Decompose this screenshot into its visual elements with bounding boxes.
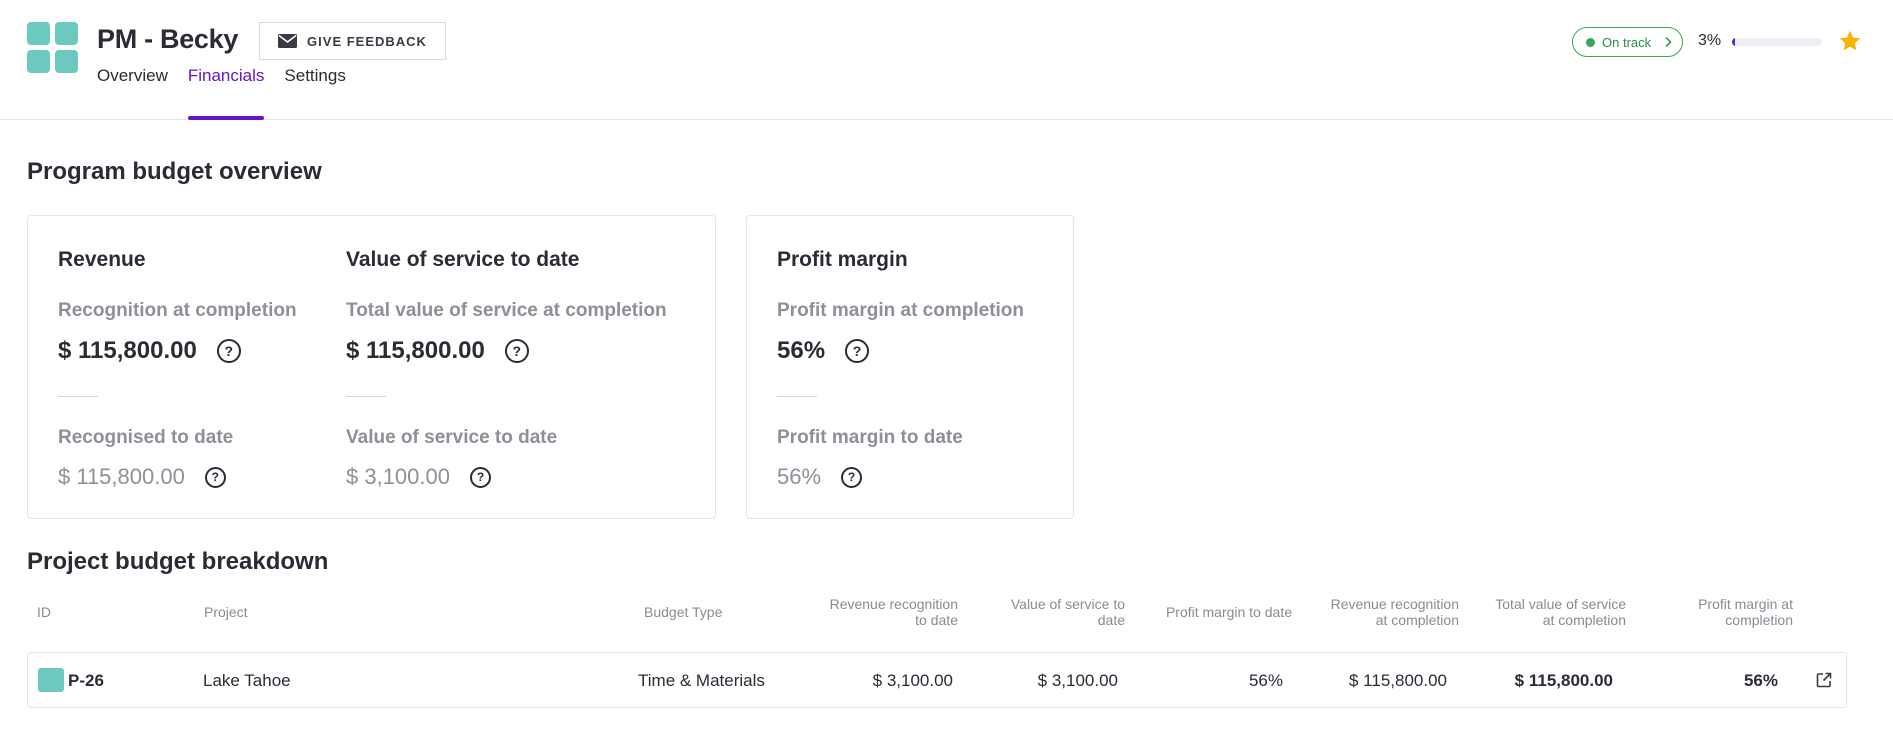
column-header-line: date [1097,612,1125,628]
row-id: P-26 [68,671,104,690]
app-logo [27,22,78,73]
service-to-date-label: Value of service to date [346,427,558,448]
external-link-icon[interactable] [1815,671,1833,689]
margin-title: Profit margin [777,248,908,271]
give-feedback-button[interactable]: GIVE FEEDBACK [259,22,446,60]
progress-bar-fill [1732,38,1735,46]
tab-financials[interactable]: Financials [187,64,264,120]
margin-to-date-value: 56% ? [777,464,863,490]
column-header-margin-to-date[interactable]: Profit margin to date [1112,604,1292,620]
column-header-service-completion[interactable]: Total value of service at completion [1446,596,1626,628]
margin-completion-label: Profit margin at completion [777,300,1025,321]
service-completion-amount: $ 115,800.00 [346,337,485,364]
table-row[interactable]: P-26 Lake Tahoe Time & Materials $ 3,100… [27,652,1847,708]
column-header-line: Value of service to [1010,596,1125,612]
revenue-completion-amount: $ 115,800.00 [58,337,197,364]
column-header-line: at completion [1542,612,1626,628]
profit-margin-card: Profit margin Profit margin at completio… [746,215,1074,519]
margin-completion-value: 56% ? [777,337,870,365]
revenue-to-date-amount: $ 115,800.00 [58,464,185,489]
progress-bar [1732,38,1822,46]
revenue-completion-value: $ 115,800.00 ? [58,337,241,365]
column-header-revenue-completion[interactable]: Revenue recognition at completion [1280,596,1459,628]
help-icon[interactable]: ? [841,466,863,488]
app-header: PM - Becky GIVE FEEDBACK Overview Financ… [0,0,1893,120]
divider [346,396,386,397]
column-header-project[interactable]: Project [204,604,248,620]
service-title: Value of service to date [346,248,580,271]
tab-bar: Overview Financials Settings [97,64,366,120]
row-service-to-date: $ 3,100.00 [1037,671,1118,690]
help-icon[interactable]: ? [216,339,241,363]
column-header-line: to date [915,612,958,628]
revenue-column: Revenue [58,248,146,272]
project-color-swatch [38,668,64,692]
service-to-date-value: $ 3,100.00 ? [346,464,491,490]
service-completion-value: $ 115,800.00 ? [346,337,529,365]
chevron-right-icon [1665,36,1672,48]
section-title-budget-breakdown: Project budget breakdown [27,548,329,575]
tab-overview[interactable]: Overview [97,64,168,120]
revenue-title: Revenue [58,248,146,271]
column-header-line: Total value of service [1495,596,1626,612]
column-header-service-to-date[interactable]: Value of service to date [946,596,1125,628]
status-label: On track [1602,34,1652,50]
tab-settings[interactable]: Settings [284,64,345,120]
row-budget-type: Time & Materials [638,671,765,690]
row-margin-completion: 56% [1743,671,1778,690]
column-header-line: at completion [1375,612,1459,628]
margin-completion-amount: 56% [777,337,826,364]
column-header-id[interactable]: ID [37,604,51,620]
divider [777,396,817,397]
row-service-completion: $ 115,800.00 [1514,671,1613,690]
margin-to-date-amount: 56% [777,464,822,489]
margin-to-date-label: Profit margin to date [777,427,963,448]
service-column: Value of service to date [346,248,579,272]
row-margin-to-date: 56% [1248,671,1283,690]
column-header-line: completion [1725,612,1793,628]
column-header-revenue-to-date[interactable]: Revenue recognition to date [780,596,958,628]
help-icon[interactable]: ? [469,466,491,488]
help-icon[interactable]: ? [504,339,529,363]
divider [58,396,98,397]
give-feedback-label: GIVE FEEDBACK [307,33,427,49]
section-title-budget-overview: Program budget overview [27,158,322,185]
revenue-completion-label: Recognition at completion [58,300,297,321]
revenue-to-date-label: Recognised to date [58,427,234,448]
row-revenue-completion: $ 115,800.00 [1349,671,1447,690]
column-header-line: Revenue recognition [1330,596,1459,612]
row-revenue-to-date: $ 3,100.00 [872,671,953,690]
status-badge[interactable]: On track [1572,27,1683,57]
revenue-to-date-value: $ 115,800.00 ? [58,464,226,490]
row-project: Lake Tahoe [203,671,291,690]
column-header-budget-type[interactable]: Budget Type [644,604,722,620]
column-header-line: Profit margin at [1698,596,1793,612]
column-header-margin-completion[interactable]: Profit margin at completion [1613,596,1793,628]
margin-column: Profit margin [777,248,908,272]
column-header-line: Revenue recognition [829,596,958,612]
page-title: PM - Becky [97,24,239,54]
star-icon[interactable] [1838,29,1862,53]
service-completion-label: Total value of service at completion [346,300,667,321]
help-icon[interactable]: ? [845,339,870,363]
status-dot-icon [1586,37,1595,47]
mail-icon [278,34,298,48]
help-icon[interactable]: ? [204,466,226,488]
service-to-date-amount: $ 3,100.00 [346,464,450,489]
progress-percent: 3% [1698,32,1722,49]
revenue-service-card: Revenue Recognition at completion $ 115,… [27,215,716,519]
